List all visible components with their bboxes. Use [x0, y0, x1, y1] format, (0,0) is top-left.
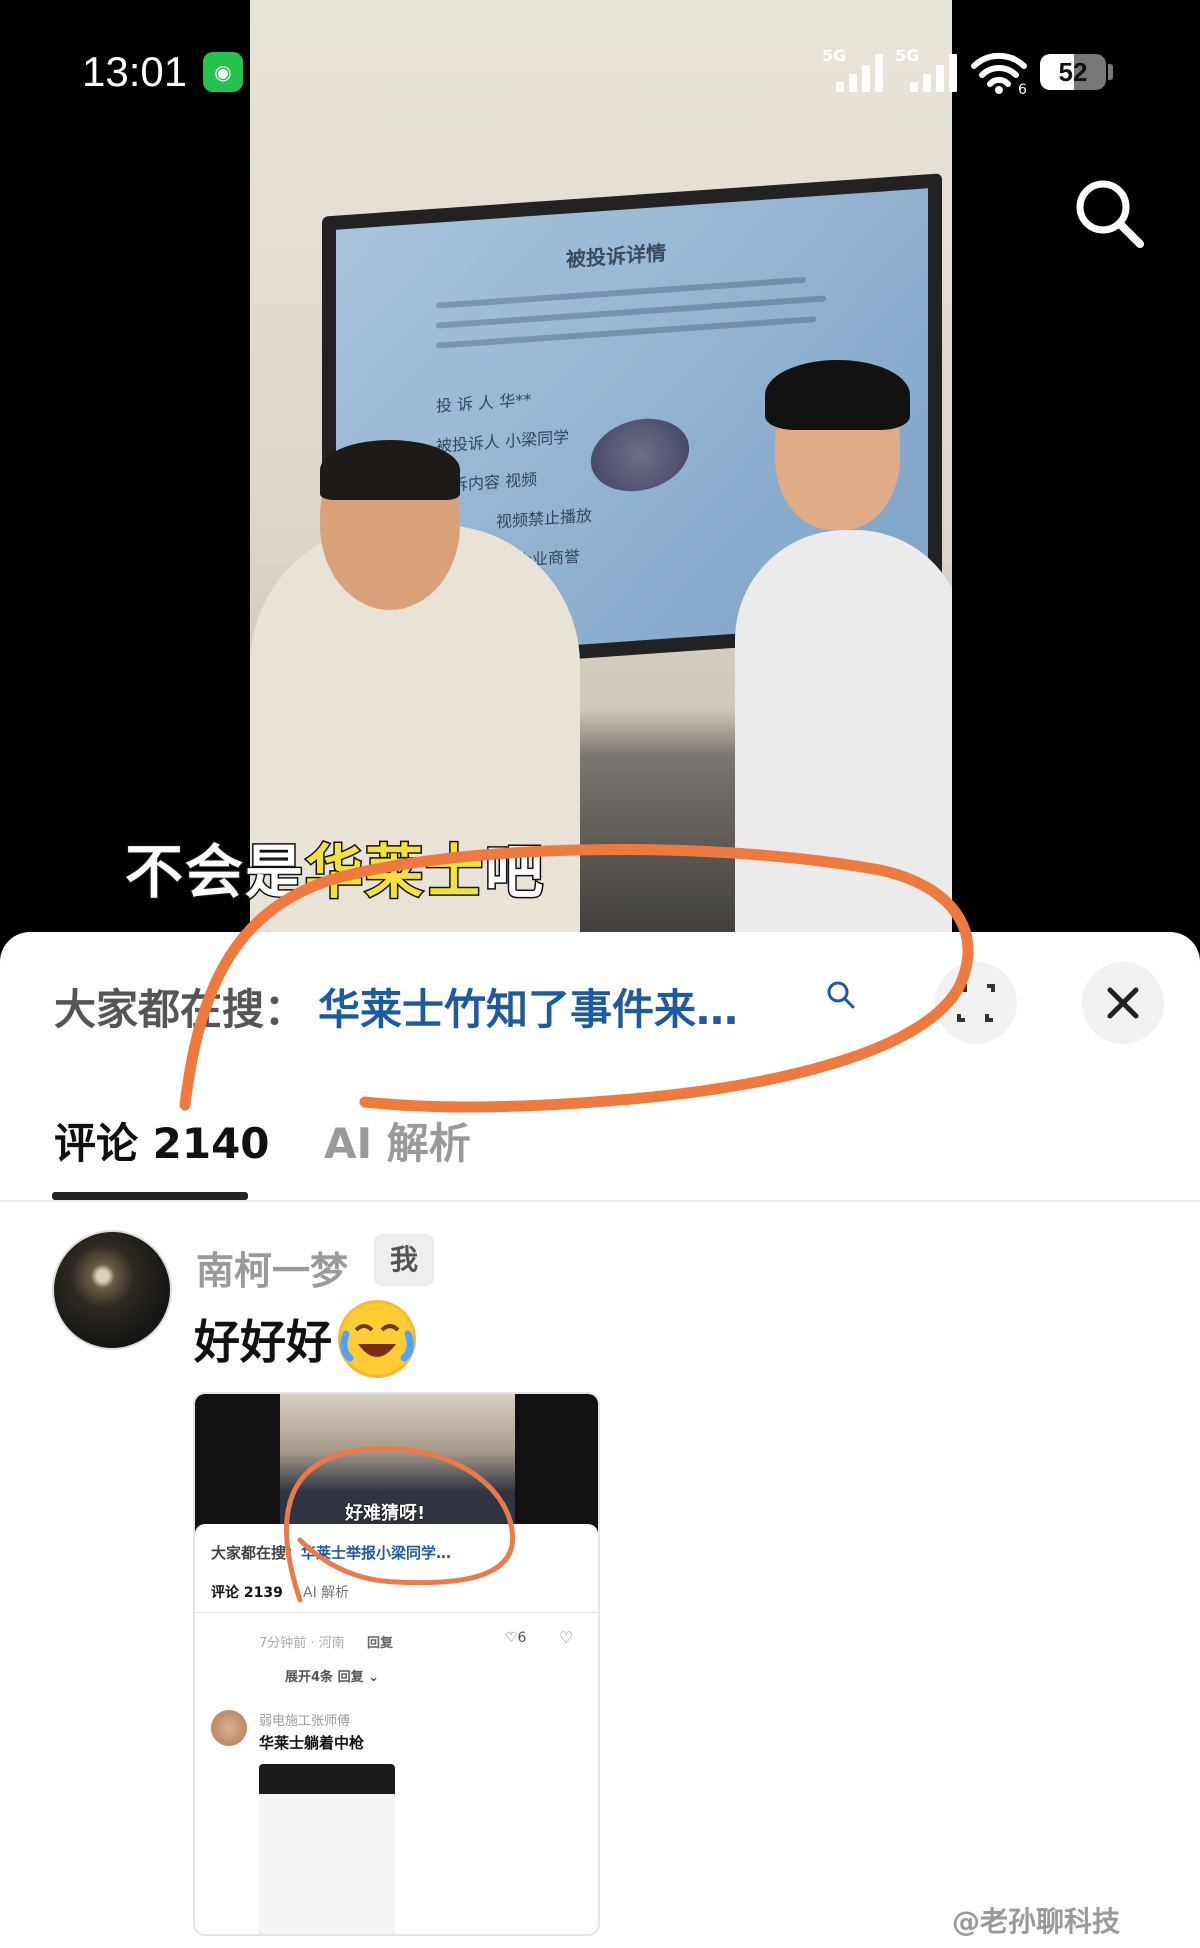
embedded-dislike-icon: ♡ — [559, 1628, 574, 1647]
signal-icon — [836, 52, 883, 92]
person-right-hair — [765, 360, 910, 430]
tv-field: 视频禁止播放 — [496, 505, 593, 532]
expand-button[interactable] — [935, 962, 1017, 1044]
avatar[interactable] — [52, 1230, 172, 1350]
tv-title: 被投诉详情 — [566, 240, 666, 272]
embedded-commenter-name: 弱电施工张师傅 — [259, 1714, 351, 1729]
comment-text: 好好好 — [194, 1315, 332, 1369]
battery-icon: 52 — [1040, 54, 1106, 90]
embedded-tab-comments: 评论 2139 — [211, 1585, 283, 1601]
embedded-meta: 7分钟前 · 河南 — [259, 1636, 345, 1651]
embedded-nested-image — [259, 1764, 395, 1934]
embedded-commenter-text: 华莱士躺着中枪 — [259, 1734, 365, 1752]
tv-field: 被投诉人 小梁同学 — [436, 427, 570, 456]
embedded-video: 好难猜呀! — [195, 1394, 598, 1534]
hot-search-prefix: 大家都在搜： — [54, 985, 307, 1034]
wechat-icon: ◉ — [203, 52, 243, 92]
hot-search-link[interactable]: 华莱士竹知了事件来… — [318, 985, 738, 1034]
close-button[interactable] — [1082, 962, 1164, 1044]
tab-comments[interactable]: 评论 2140 — [54, 1110, 270, 1171]
embedded-comment-panel: 大家都在搜：华莱士举报小梁同学… 评论 2139 AI 解析 7分钟前 · 河南… — [195, 1524, 598, 1934]
wifi-icon: 6 — [971, 52, 1027, 94]
active-tab-indicator — [52, 1192, 248, 1200]
me-badge: 我 — [374, 1234, 434, 1286]
battery-level: 52 — [1058, 57, 1088, 87]
status-bar: 13:01 ◉ 5G 5G 6 52 — [0, 0, 1200, 140]
comment-image[interactable]: 好难猜呀! 大家都在搜：华莱士举报小梁同学… 评论 2139 AI 解析 7分钟… — [193, 1392, 600, 1936]
embedded-divider — [195, 1612, 598, 1613]
embedded-subtitle: 好难猜呀! — [344, 1503, 426, 1525]
person-right-body — [735, 530, 952, 945]
person-left-hair — [320, 440, 460, 500]
hot-search-bar[interactable]: 大家都在搜： 华莱士竹知了事件来… — [54, 976, 738, 1037]
comment-username[interactable]: 南柯一梦 — [196, 1240, 348, 1295]
search-icon[interactable] — [826, 980, 856, 1010]
video-frame: 被投诉详情 投 诉 人 华** 被投诉人 小梁同学 投诉内容 视频 视频禁止播放… — [250, 0, 952, 945]
divider — [0, 1200, 1200, 1202]
embedded-hot-search: 大家都在搜：华莱士举报小梁同学… — [211, 1544, 452, 1562]
close-icon — [1107, 987, 1139, 1019]
status-time: 13:01 — [82, 48, 188, 95]
embedded-nested-panel — [259, 1794, 395, 1934]
embedded-expand-replies: 展开4条 回复 ⌄ — [285, 1670, 379, 1685]
video-subtitle: 不会是华莱士吧 — [123, 837, 546, 908]
wifi-label: 6 — [1018, 82, 1027, 94]
comment-sheet: 大家都在搜： 华莱士竹知了事件来… 评论 2140 AI 解析 南柯一梦 我 好好… — [0, 932, 1200, 1948]
watermark: @老孙聊科技 — [952, 1905, 1121, 1938]
laughing-crying-emoji-icon — [338, 1300, 416, 1378]
embedded-reply: 回复 — [367, 1636, 394, 1651]
tv-field: 投 诉 人 华** — [436, 390, 532, 416]
embedded-tab-ai: AI 解析 — [303, 1585, 350, 1601]
search-icon[interactable] — [1072, 176, 1146, 250]
video-player[interactable]: 被投诉详情 投 诉 人 华** 被投诉人 小梁同学 投诉内容 视频 视频禁止播放… — [0, 0, 1200, 945]
tab-ai-analysis[interactable]: AI 解析 — [324, 1110, 471, 1171]
signal-icon — [910, 52, 957, 92]
embedded-likes: ♡6 — [505, 1630, 527, 1646]
expand-icon — [957, 984, 995, 1022]
battery-tip — [1108, 64, 1113, 80]
embedded-avatar — [211, 1710, 247, 1746]
